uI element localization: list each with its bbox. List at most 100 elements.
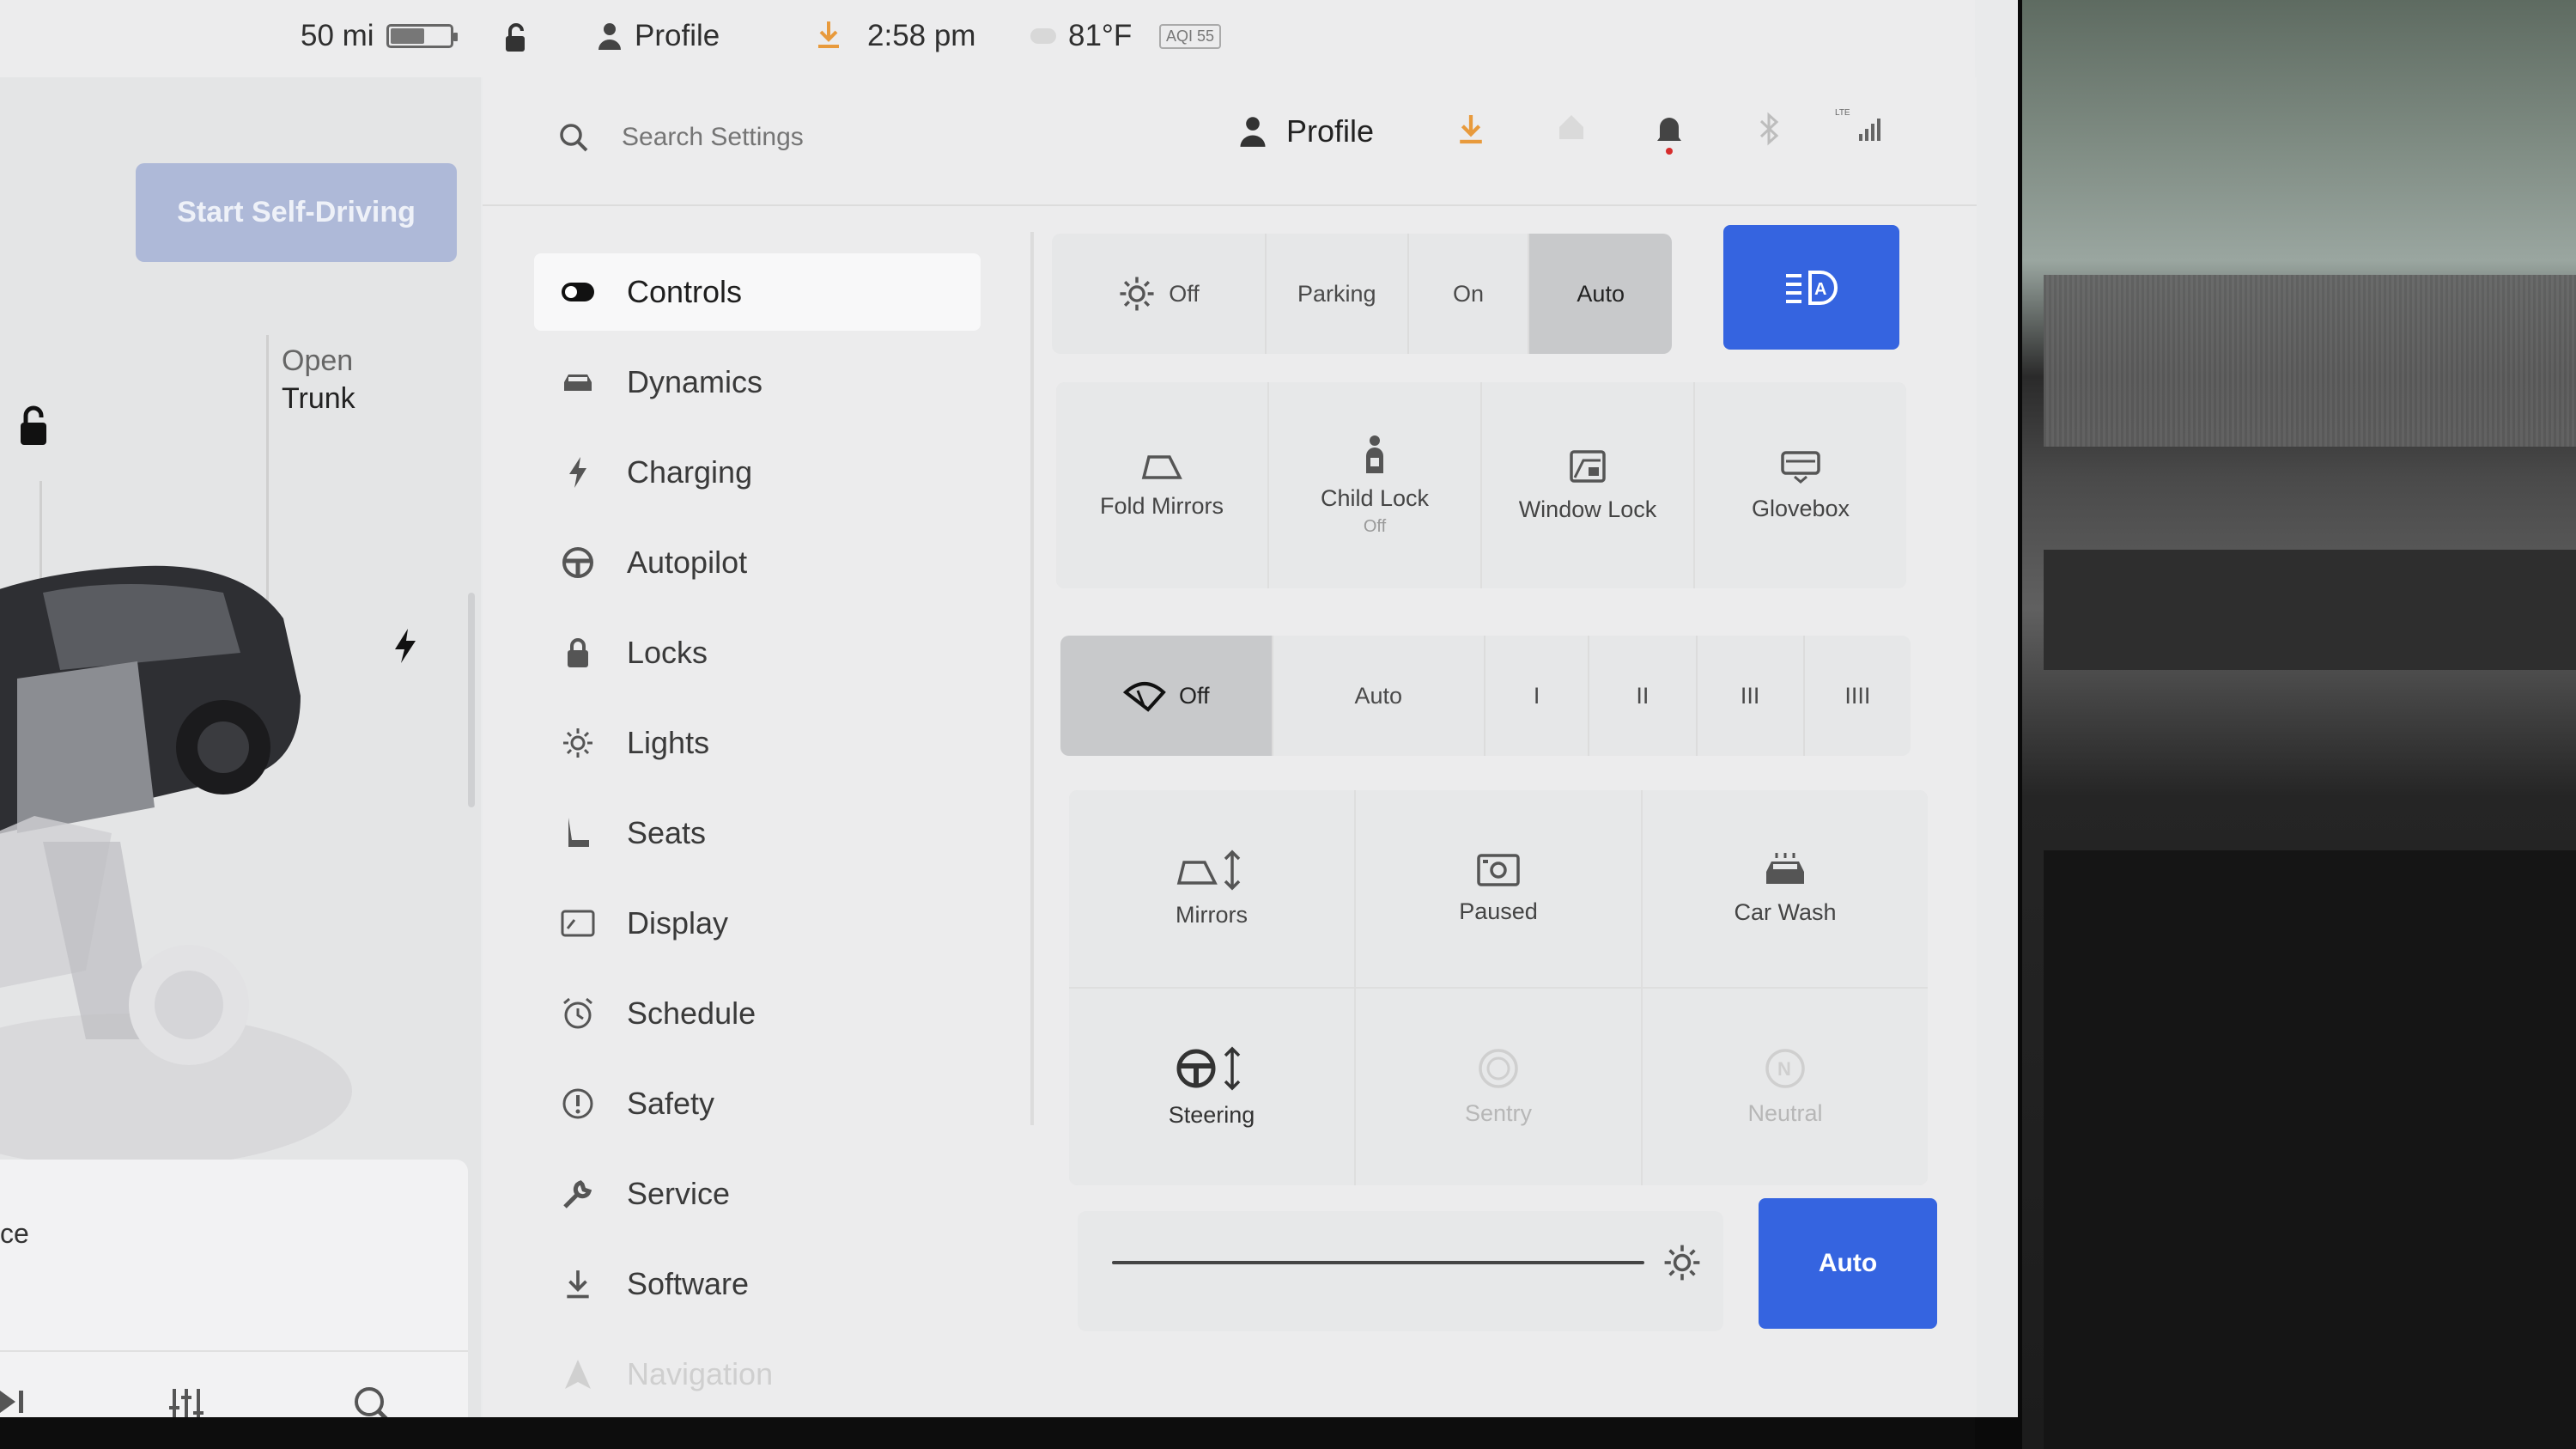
sentry-tile[interactable]: Sentry [1356,989,1641,1185]
person-icon [1240,117,1266,147]
media-search-icon[interactable] [352,1385,395,1417]
seat-icon [560,815,596,851]
svg-text:LTE: LTE [1835,108,1850,118]
brightness-auto-button[interactable]: Auto [1759,1198,1937,1329]
tile-label: Glovebox [1751,495,1850,521]
steering-wheel-icon [560,545,596,581]
nav-item-controls[interactable]: Controls [534,253,981,331]
tile-label: Sentry [1464,1100,1533,1126]
auto-high-beam-button[interactable]: A [1723,225,1899,350]
mirrors-adjust-tile[interactable]: Mirrors [1069,790,1354,987]
toggle-icon [560,274,596,310]
bluetooth-icon[interactable] [1758,112,1782,150]
status-profile[interactable]: Profile [597,19,720,53]
notification-bell-icon[interactable] [1655,112,1684,159]
glovebox-icon [1781,450,1820,484]
open-trunk-button[interactable]: Open Trunk [282,342,355,417]
wipers-level-2-option[interactable]: II [1589,636,1698,756]
nav-item-schedule[interactable]: Schedule [534,975,981,1052]
child-lock-tile[interactable]: Child Lock Off [1269,382,1480,588]
media-divider [0,1350,468,1352]
tile-label: Child Lock [1320,485,1430,511]
nav-item-seats[interactable]: Seats [534,795,981,872]
wrench-icon [560,1176,596,1212]
nav-item-charging[interactable]: Charging [534,434,981,511]
car-wash-tile[interactable]: Car Wash [1643,790,1928,987]
wipers-level-label: III [1740,682,1760,709]
nav-label: Display [627,905,729,941]
aqi-text: AQI 55 [1159,24,1222,49]
settings-search[interactable] [558,122,1053,153]
glovebox-tile[interactable]: Glovebox [1695,382,1906,588]
auto-high-beam-icon: A [1785,270,1838,305]
tile-label: Mirrors [1176,902,1248,928]
header-profile-label: Profile [1286,113,1375,149]
lights-auto-option[interactable]: Auto [1529,234,1672,354]
sun-icon [560,725,596,761]
touchscreen: 50 mi Profile 2:58 pm 81°F AQI 55 Start … [0,0,2018,1417]
nav-item-service[interactable]: Service [534,1155,981,1233]
nav-item-display[interactable]: Display [534,885,981,962]
alarm-clock-icon [560,995,596,1032]
tile-label: Fold Mirrors [1099,492,1224,519]
sun-icon [1120,277,1154,311]
svg-text:A: A [1814,280,1826,299]
trunk-label-line2: Trunk [282,382,355,415]
nav-label: Schedule [627,995,756,1031]
cloud-icon [1030,28,1056,44]
nav-item-dynamics[interactable]: Dynamics [534,344,981,421]
nav-item-software[interactable]: Software [534,1245,981,1323]
nav-item-lights[interactable]: Lights [534,704,981,782]
nav-label: Service [627,1176,731,1211]
search-input[interactable] [620,122,1053,153]
wipers-level-3-option[interactable]: III [1697,636,1805,756]
door-unlock-icon[interactable] [15,404,55,453]
charge-port-icon[interactable] [391,627,420,669]
wipers-level-label: I [1533,682,1540,709]
vehicle-image [0,565,352,1168]
media-title: ce [0,1218,29,1249]
feature-controls-grid: Mirrors Paused Car Wash Steering Sentry … [1069,790,1928,1185]
headlights-selector: Off Parking On Auto [1052,234,1672,354]
brightness-sun-icon [1664,1245,1700,1281]
wipers-level-label: IIII [1844,682,1871,709]
dashcam-tile[interactable]: Paused [1356,790,1641,987]
window-lock-tile[interactable]: Window Lock [1482,382,1693,588]
wipers-off-option[interactable]: Off [1060,636,1273,756]
nav-label: Controls [627,274,743,309]
tile-label: Neutral [1747,1100,1823,1126]
wipers-level-1-option[interactable]: I [1485,636,1590,756]
wipers-auto-label: Auto [1354,682,1403,709]
download-icon[interactable] [1457,112,1485,150]
nav-item-locks[interactable]: Locks [534,614,981,691]
alert-circle-icon [560,1086,596,1122]
brightness-slider[interactable] [1112,1261,1644,1264]
equalizer-icon[interactable] [167,1387,214,1417]
wipers-off-label: Off [1178,682,1210,709]
header-profile-button[interactable]: Profile [1238,113,1374,149]
nav-item-autopilot[interactable]: Autopilot [534,524,981,601]
steering-adjust-tile[interactable]: Steering [1069,989,1354,1185]
lights-parking-label: Parking [1297,280,1376,307]
neutral-tile[interactable]: N Neutral [1643,989,1928,1185]
software-update-icon[interactable] [816,19,841,50]
steering-adjust-icon [1176,1046,1241,1091]
next-track-icon[interactable] [0,1387,31,1417]
temperature-text: 81°F [1068,19,1133,52]
lights-off-option[interactable]: Off [1052,234,1267,354]
nav-scrollbar[interactable] [1030,232,1034,1125]
lights-on-option[interactable]: On [1408,234,1530,354]
nav-item-navigation[interactable]: Navigation [534,1336,981,1413]
lights-parking-option[interactable]: Parking [1266,234,1409,354]
nav-item-safety[interactable]: Safety [534,1065,981,1142]
svg-text:N: N [1777,1058,1791,1080]
wipers-level-4-option[interactable]: IIII [1804,636,1911,756]
fold-mirrors-tile[interactable]: Fold Mirrors [1056,382,1267,588]
panel-resize-handle[interactable] [468,593,475,807]
lock-icon [560,635,596,671]
start-self-driving-button[interactable]: Start Self-Driving [136,163,457,262]
wipers-auto-option[interactable]: Auto [1273,636,1485,756]
temperature: 81°F [1030,19,1132,53]
unlock-icon[interactable] [502,22,532,53]
home-icon[interactable] [1556,112,1587,147]
